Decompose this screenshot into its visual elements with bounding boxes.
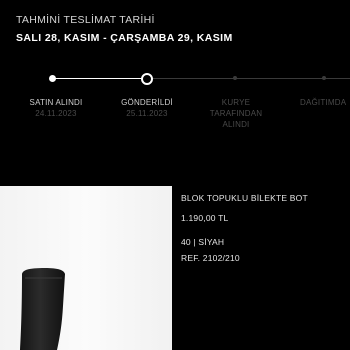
product-size-color: 40 | SİYAH [181,237,225,247]
product-name[interactable]: BLOK TOPUKLU BİLEKTE BOT [181,193,308,203]
estimated-delivery-label: TAHMİNİ TESLİMAT TARİHİ [16,14,155,26]
step-label: SATIN ALINDI [29,98,83,107]
estimated-delivery-dates: SALI 28, KASIM - ÇARŞAMBA 29, KASIM [16,32,233,44]
step-purchased: SATIN ALINDI 24.11.2023 [22,97,90,119]
step-dot-shipped [141,73,153,85]
step-label: KURYE TARAFINDAN ALINDI [209,98,263,129]
product-price: 1.190,00 TL [181,213,229,223]
step-shipped: GÖNDERİLDİ 25.11.2023 [112,97,182,119]
ankle-boot-illustration [20,268,65,350]
step-date: 24.11.2023 [35,109,77,118]
step-dot-purchased [49,75,56,82]
product-info: BLOK TOPUKLU BİLEKTE BOT 1.190,00 TL 40 … [181,193,308,269]
step-dot-courier [233,76,237,80]
progress-track-completed [52,78,147,79]
product-reference: REF. 2102/210 [181,253,240,263]
step-date: 25.11.2023 [126,109,168,118]
progress-track-remaining [147,78,350,79]
step-courier-picked-up: KURYE TARAFINDAN ALINDI [198,97,274,130]
step-out-for-delivery: DAĞITIMDA [300,97,350,108]
product-image[interactable] [0,186,172,350]
step-dot-out-for-delivery [322,76,326,80]
step-label: GÖNDERİLDİ [121,98,173,107]
step-label: DAĞITIMDA [300,98,347,107]
